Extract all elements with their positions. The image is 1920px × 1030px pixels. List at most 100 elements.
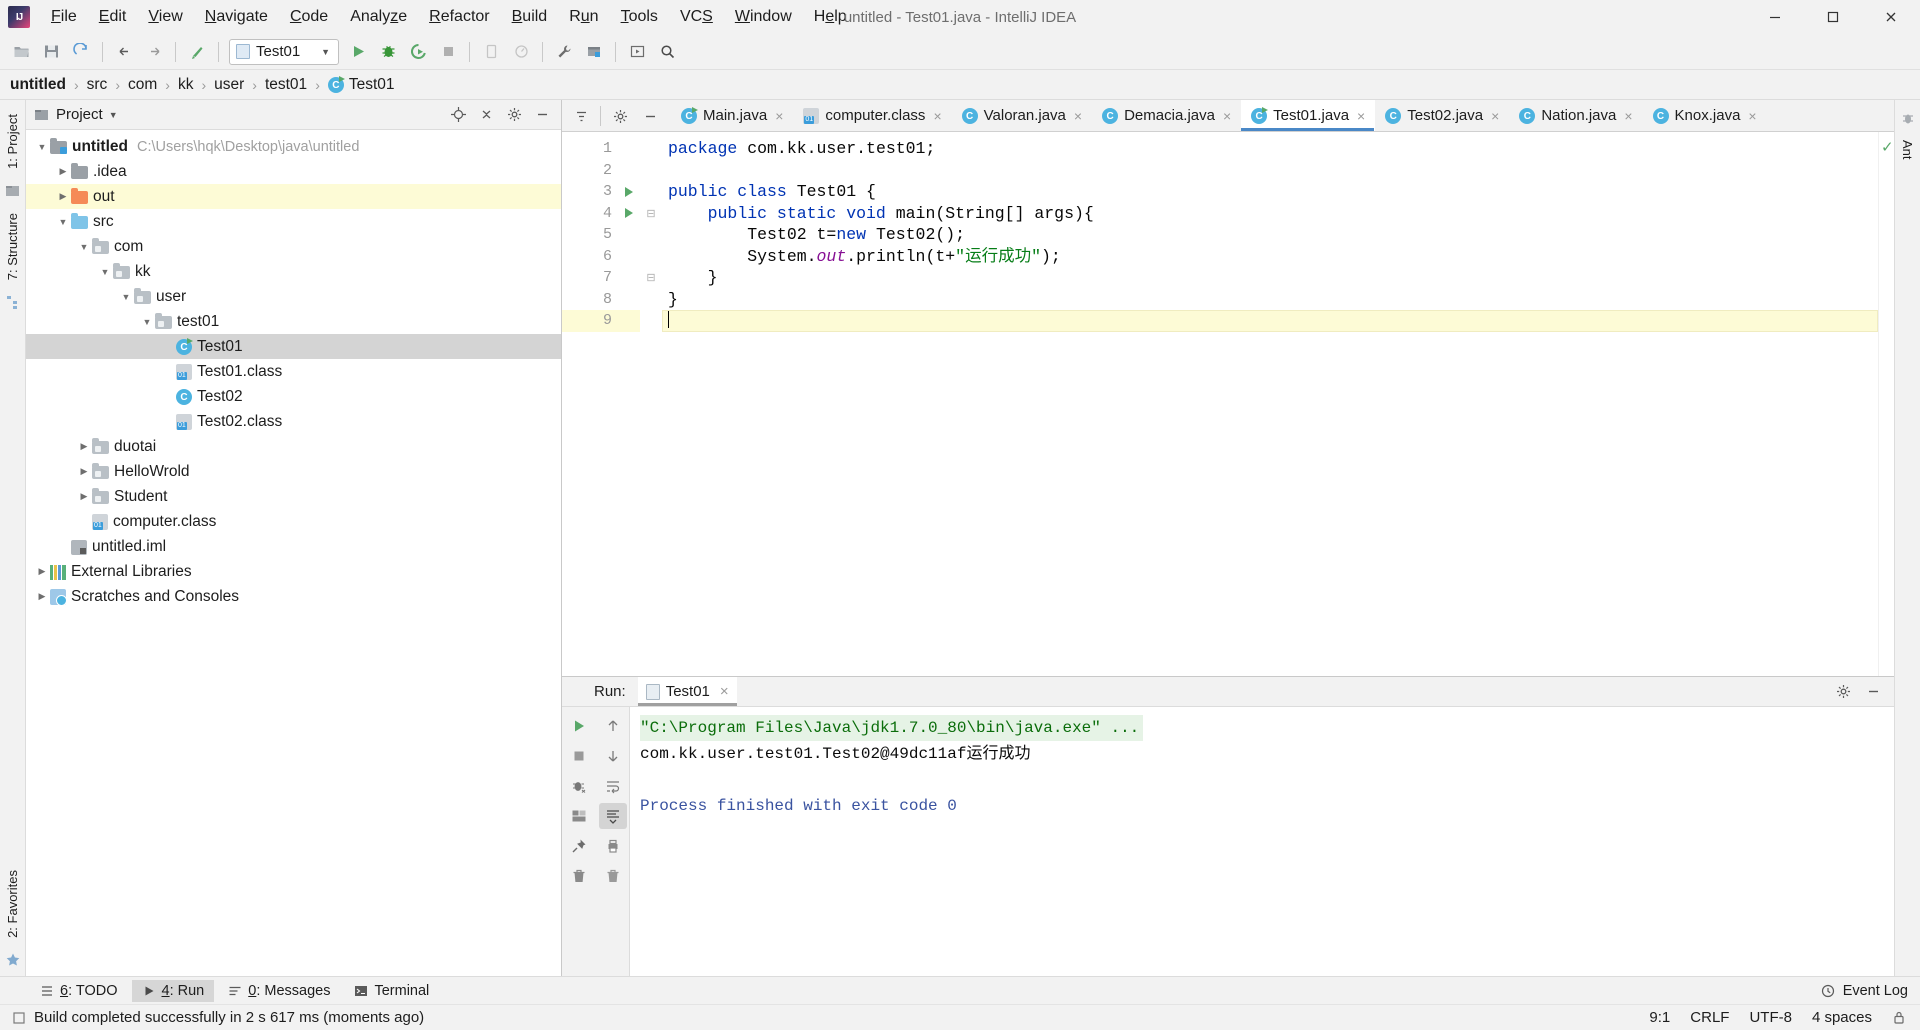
tree-node-test01-class[interactable]: Test01.class — [26, 359, 561, 384]
editor-tab-close-icon[interactable]: × — [1074, 108, 1082, 124]
scroll-to-end-button[interactable] — [598, 803, 627, 829]
editor-tab-test01-java[interactable]: C Test01.java × — [1241, 100, 1376, 131]
maximize-icon[interactable] — [1804, 0, 1862, 34]
clear-all-button[interactable] — [565, 863, 593, 889]
tree-node-src[interactable]: ▼ src — [26, 209, 561, 234]
last-edit-location-icon[interactable] — [182, 38, 212, 66]
hide-run-panel-icon[interactable] — [1860, 680, 1886, 704]
tree-node-com[interactable]: ▼ com — [26, 234, 561, 259]
breadcrumb-item-untitled[interactable]: untitled — [10, 76, 66, 94]
run-configuration-selector[interactable]: Test01 ▼ — [229, 38, 339, 65]
tree-node-idea[interactable]: ▶ .idea — [26, 159, 561, 184]
tree-expand-arrow[interactable]: ▼ — [118, 289, 134, 305]
editor-tab-test02-java[interactable]: C Test02.java × — [1375, 100, 1509, 131]
run-line-marker-icon[interactable] — [618, 203, 640, 225]
tree-expand-arrow[interactable]: ▶ — [76, 489, 92, 505]
menu-help[interactable]: Help — [803, 3, 858, 30]
breadcrumb-item-src[interactable]: src — [87, 76, 108, 94]
editor-tab-computer-class[interactable]: computer.class × — [793, 100, 951, 131]
menu-run[interactable]: Run — [558, 3, 609, 30]
menu-vcs[interactable]: VCS — [669, 3, 724, 30]
run-anything-icon[interactable] — [622, 38, 652, 66]
rerun-button[interactable] — [565, 713, 593, 739]
menu-navigate[interactable]: Navigate — [194, 3, 279, 30]
tree-expand-arrow[interactable]: ▶ — [76, 464, 92, 480]
settings-wrench-icon[interactable] — [549, 38, 579, 66]
sidebar-item-project[interactable]: 1: Project — [1, 106, 24, 177]
tree-expand-arrow[interactable]: ▼ — [97, 264, 113, 280]
tree-node-test02[interactable]: C Test02 — [26, 384, 561, 409]
code-folding-column[interactable]: ⊟ ⊟ — [640, 132, 662, 676]
run-icon[interactable] — [343, 38, 373, 66]
editor-tab-demacia-java[interactable]: C Demacia.java × — [1092, 100, 1241, 131]
tree-node-test01[interactable]: C Test01 — [26, 334, 561, 359]
file-encoding[interactable]: UTF-8 — [1749, 1009, 1792, 1026]
scroll-down-button[interactable] — [599, 743, 627, 769]
menu-view[interactable]: View — [137, 3, 193, 30]
tree-expand-arrow[interactable]: ▼ — [76, 239, 92, 255]
run-tab-close-icon[interactable]: × — [720, 683, 729, 700]
run-tab-test01[interactable]: Test01 × — [637, 677, 737, 706]
tree-node-untitled-iml[interactable]: untitled.iml — [26, 534, 561, 559]
sidebar-item-ant[interactable]: Ant — [1896, 132, 1919, 168]
menu-code[interactable]: Code — [279, 3, 339, 30]
tree-expand-arrow[interactable]: ▼ — [139, 314, 155, 330]
sync-icon[interactable] — [66, 38, 96, 66]
tool-window-button-todo[interactable]: 6: TODO — [30, 980, 128, 1002]
attach-debugger-icon[interactable] — [476, 38, 506, 66]
tree-expand-arrow[interactable]: ▶ — [34, 564, 50, 580]
trash-button[interactable] — [599, 863, 627, 889]
back-icon[interactable] — [109, 38, 139, 66]
tree-node-duotai[interactable]: ▶ duotai — [26, 434, 561, 459]
debug-icon[interactable] — [373, 38, 403, 66]
tree-expand-arrow[interactable]: ▼ — [55, 214, 71, 230]
editor-tab-knox-java[interactable]: C Knox.java × — [1643, 100, 1767, 131]
print-button[interactable] — [599, 833, 627, 859]
menu-tools[interactable]: Tools — [610, 3, 669, 30]
sidebar-item-favorites[interactable]: 2: Favorites — [1, 862, 24, 946]
tree-expand-arrow[interactable]: ▼ — [34, 139, 50, 155]
lock-icon[interactable] — [1892, 1010, 1906, 1025]
layout-button[interactable] — [565, 803, 593, 829]
tree-expand-arrow[interactable]: ▶ — [34, 589, 50, 605]
pin-button[interactable] — [565, 833, 593, 859]
editor-settings-gear-icon[interactable] — [605, 102, 635, 130]
sidebar-item-structure[interactable]: 7: Structure — [1, 205, 24, 288]
tree-node-student[interactable]: ▶ Student — [26, 484, 561, 509]
tool-window-button-terminal[interactable]: Terminal — [344, 980, 439, 1002]
open-project-icon[interactable] — [6, 38, 36, 66]
tree-node-user[interactable]: ▼ user — [26, 284, 561, 309]
menu-refactor[interactable]: Refactor — [418, 3, 500, 30]
indent-setting[interactable]: 4 spaces — [1812, 1009, 1872, 1026]
tree-node-external-libraries[interactable]: ▶ External Libraries — [26, 559, 561, 584]
tree-node-test01[interactable]: ▼ test01 — [26, 309, 561, 334]
tree-node-scratches-and-consoles[interactable]: ▶ Scratches and Consoles — [26, 584, 561, 609]
hide-editor-icon[interactable] — [635, 102, 665, 130]
event-log-button[interactable]: Event Log — [1821, 983, 1920, 999]
locate-icon[interactable] — [445, 103, 471, 127]
settings-gear-icon[interactable] — [501, 103, 527, 127]
editor-tab-close-icon[interactable]: × — [1357, 108, 1365, 124]
editor-tab-main-java[interactable]: C Main.java × — [671, 100, 793, 131]
editor-tab-close-icon[interactable]: × — [775, 108, 783, 124]
tree-node-untitled[interactable]: ▼ untitled C:\Users\hqk\Desktop\java\untit… — [26, 134, 561, 159]
tree-expand-arrow[interactable]: ▶ — [76, 439, 92, 455]
save-all-icon[interactable] — [36, 38, 66, 66]
editor-tab-valoran-java[interactable]: C Valoran.java × — [952, 100, 1092, 131]
inspection-marker-bar[interactable]: ✓ — [1878, 132, 1894, 676]
select-opened-file-icon[interactable] — [566, 102, 596, 130]
breadcrumb-item-user[interactable]: user — [214, 76, 244, 94]
editor-viewport[interactable]: 123456789 ⊟ ⊟ package com.kk.user.test01;… — [562, 132, 1894, 676]
tree-node-hellowrold[interactable]: ▶ HelloWrold — [26, 459, 561, 484]
breadcrumb-item-test01[interactable]: test01 — [265, 76, 307, 94]
tree-node-kk[interactable]: ▼ kk — [26, 259, 561, 284]
breadcrumb-item-class[interactable]: C Test01 — [327, 76, 395, 94]
search-everywhere-icon[interactable] — [652, 38, 682, 66]
menu-window[interactable]: Window — [724, 3, 803, 30]
minimize-icon[interactable] — [1746, 0, 1804, 34]
menu-edit[interactable]: Edit — [88, 3, 138, 30]
soft-wrap-button[interactable] — [599, 773, 627, 799]
editor-tab-close-icon[interactable]: × — [1223, 108, 1231, 124]
menu-build[interactable]: Build — [501, 3, 559, 30]
run-panel-settings-icon[interactable] — [1830, 680, 1856, 704]
